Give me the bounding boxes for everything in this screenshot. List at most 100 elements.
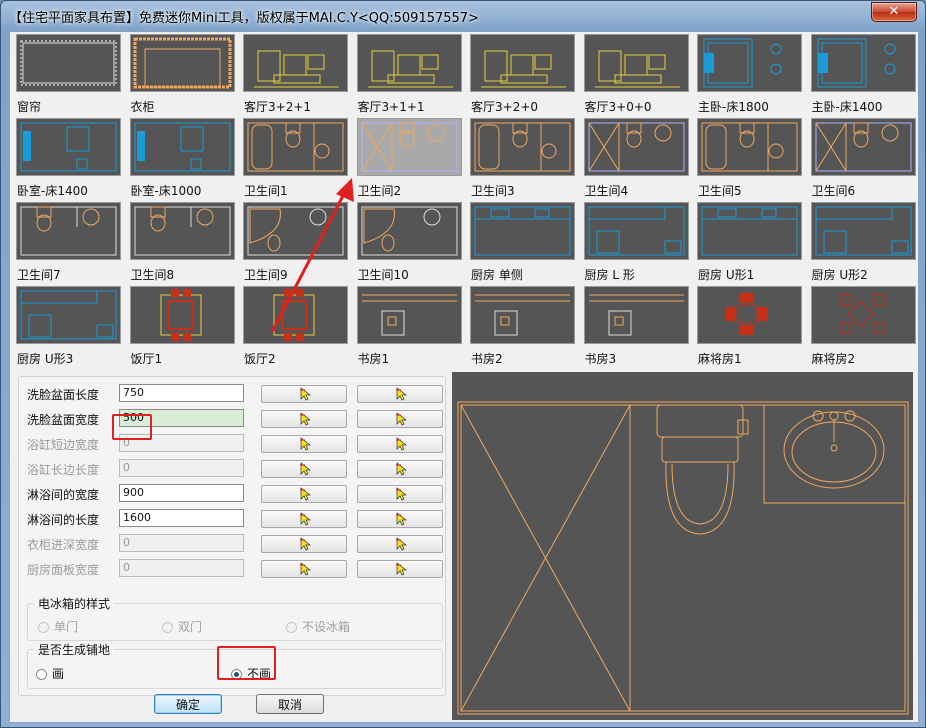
parameter-input[interactable]: 750 [119,384,244,402]
thumbnail-item[interactable]: 厨房 L 形 [583,202,689,286]
thumbnail-item[interactable]: 卫生间7 [16,202,121,286]
thumbnail-image[interactable] [243,202,348,260]
thumbnail-item[interactable]: 麻将房1 [697,286,802,370]
fridge-double-door-radio[interactable]: 双门 [162,618,202,635]
thumbnail-image[interactable] [583,118,689,176]
thumbnail-image[interactable] [697,34,802,92]
thumbnail-image[interactable] [810,286,916,344]
pick-point-button-2[interactable] [357,410,443,428]
pick-point-button[interactable] [261,410,347,428]
thumbnail-item[interactable]: 卧室-床1400 [16,118,121,202]
thumbnail-item[interactable]: 书房3 [583,286,689,370]
thumbnail-image[interactable] [810,202,916,260]
pick-point-button-2[interactable] [357,535,443,553]
pick-cursor-icon [396,512,408,526]
thumbnail-image[interactable] [129,34,235,92]
parameter-input[interactable]: 1600 [119,509,244,527]
parameter-input[interactable]: 0 [119,459,244,477]
pick-point-button-2[interactable] [357,560,443,578]
pick-point-button[interactable] [261,535,347,553]
thumbnail-item[interactable]: 书房2 [470,286,575,370]
thumbnail-item[interactable]: 卫生间8 [129,202,235,286]
thumbnail-image[interactable] [583,202,689,260]
thumbnail-image[interactable] [810,118,916,176]
close-button[interactable]: ✕ [871,2,917,22]
pick-point-button-2[interactable] [357,460,443,478]
floor-draw-radio[interactable]: 画 [36,665,64,682]
parameter-input[interactable]: 0 [119,534,244,552]
thumbnail-item[interactable]: 饭厅2 [243,286,348,370]
thumbnail-item[interactable]: 卫生间9 [243,202,348,286]
thumbnail-item[interactable]: 厨房 U形2 [810,202,916,286]
thumbnail-item[interactable]: 客厅3+1+1 [356,34,462,118]
pick-point-button[interactable] [261,435,347,453]
pick-point-button[interactable] [261,385,347,403]
pick-point-button-2[interactable] [357,485,443,503]
thumbnail-image[interactable] [697,118,802,176]
thumbnail-item[interactable]: 客厅3+2+1 [243,34,348,118]
pick-point-button-2[interactable] [357,510,443,528]
pick-cursor-icon [396,412,408,426]
pick-point-button-2[interactable] [357,385,443,403]
pick-point-button[interactable] [261,510,347,528]
ok-button[interactable]: 确定 [154,694,222,714]
thumbnail-image[interactable] [243,286,348,344]
thumbnail-image[interactable] [697,202,802,260]
thumbnail-image[interactable] [470,286,575,344]
fridge-none-radio[interactable]: 不设冰箱 [286,618,350,635]
thumbnail-item[interactable]: 卫生间4 [583,118,689,202]
parameter-input[interactable]: 900 [119,484,244,502]
thumbnail-image[interactable] [129,118,235,176]
thumbnail-image[interactable] [129,202,235,260]
thumbnail-image[interactable] [470,118,575,176]
thumbnail-item[interactable]: 卫生间3 [470,118,575,202]
thumbnail-item[interactable]: 客厅3+0+0 [583,34,689,118]
pick-point-button[interactable] [261,560,347,578]
thumbnail-image[interactable] [697,286,802,344]
thumbnail-item[interactable]: 卫生间5 [697,118,802,202]
thumbnail-label: 饭厅2 [244,352,276,366]
thumbnail-image[interactable] [470,34,575,92]
thumbnail-image[interactable] [129,286,235,344]
thumbnail-image[interactable] [243,34,348,92]
fridge-single-door-radio[interactable]: 单门 [38,618,78,635]
thumbnail-item[interactable]: 厨房 U形3 [16,286,121,370]
pick-point-button[interactable] [261,485,347,503]
thumbnail-item[interactable]: 饭厅1 [129,286,235,370]
thumbnail-item[interactable]: 主卧-床1400 [810,34,916,118]
thumbnail-item[interactable]: 麻将房2 [810,286,916,370]
thumbnail-item[interactable]: 卧室-床1000 [129,118,235,202]
thumbnail-image[interactable] [583,286,689,344]
cancel-button[interactable]: 取消 [256,694,324,714]
thumbnail-item[interactable]: 窗帘 [16,34,121,118]
thumbnail-item[interactable]: 主卧-床1800 [697,34,802,118]
pick-point-button-2[interactable] [357,435,443,453]
thumbnail-image[interactable] [16,202,121,260]
thumbnail-image[interactable] [356,286,462,344]
thumbnail-image[interactable] [356,34,462,92]
thumbnail-label: 卫生间9 [244,268,288,282]
thumbnail-item[interactable]: 厨房 单侧 [470,202,575,286]
thumbnail-image[interactable] [16,118,121,176]
thumbnail-item[interactable]: 衣柜 [129,34,235,118]
thumbnail-item[interactable]: 卫生间10 [356,202,462,286]
parameter-input[interactable]: 0 [119,559,244,577]
thumbnail-image[interactable] [583,34,689,92]
thumbnail-item[interactable]: 客厅3+2+0 [470,34,575,118]
thumbnail-item[interactable]: 卫生间6 [810,118,916,202]
thumbnail-item[interactable]: 厨房 U形1 [697,202,802,286]
thumbnail-image[interactable] [16,34,121,92]
thumbnail-image[interactable] [810,34,916,92]
thumbnail-image[interactable] [356,118,462,176]
thumbnail-image[interactable] [470,202,575,260]
thumbnail-item[interactable]: 书房1 [356,286,462,370]
thumbnail-image[interactable] [243,118,348,176]
thumbnail-label: 卧室-床1000 [130,184,202,198]
thumbnail-item[interactable]: 卫生间2 [356,118,462,202]
title-bar[interactable]: 【住宅平面家具布置】免费迷你Mini工具，版权属于MAI.C.Y<QQ:5091… [1,1,925,31]
thumbnail-image[interactable] [16,286,121,344]
pick-point-button[interactable] [261,460,347,478]
thumbnail-item[interactable]: 卫生间1 [243,118,348,202]
thumbnail-drawing [701,206,798,256]
thumbnail-image[interactable] [356,202,462,260]
